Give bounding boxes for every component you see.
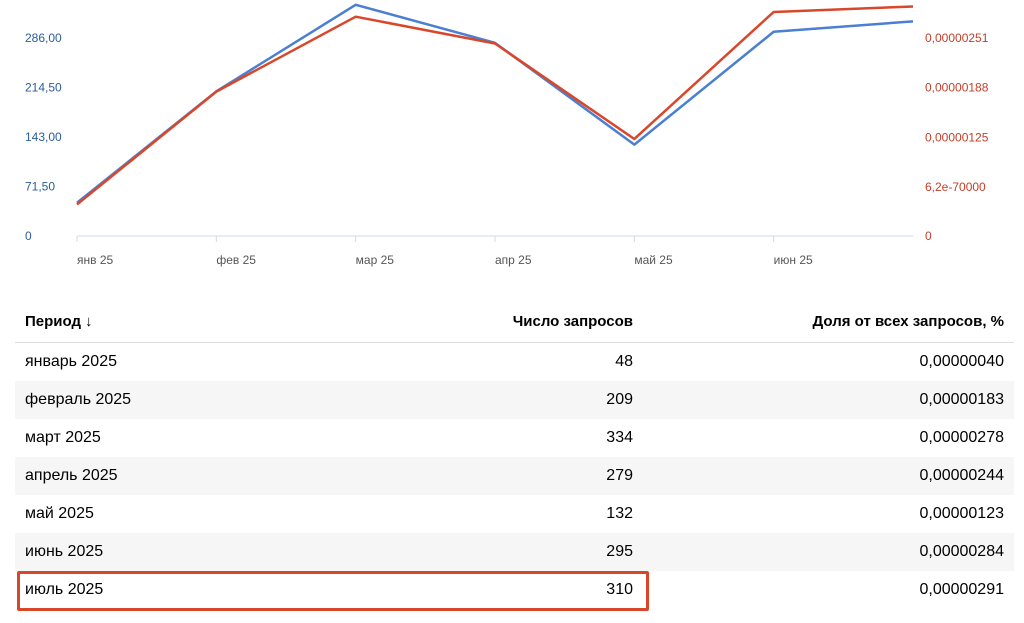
x-tick-label: май 25 [634,253,673,267]
y-right-tick-label: 0 [925,229,932,243]
y-left-tick-label: 214,50 [25,81,62,95]
x-tick-label: фев 25 [216,253,256,267]
cell-count: 295 [606,543,633,560]
y-left-tick-label: 0 [25,229,32,243]
cell-share: 0,00000244 [919,467,1004,484]
series-line-share [76,5,914,206]
y-right-tick-label: 0,00000188 [925,81,989,95]
cell-period: февраль 2025 [25,391,132,408]
line-chart: 0 71,50 143,00 214,50 286,00 0 6,2e-70000 0,000… [25,3,989,267]
y-left-tick-label: 143,00 [25,130,62,144]
x-tick-label: мар 25 [356,253,395,267]
cell-share: 0,00000183 [919,391,1004,408]
table-row: июнь 2025 295 0,00000284 [15,533,1014,571]
x-tick-label: июн 25 [774,253,813,267]
cell-period: март 2025 [25,429,101,446]
cell-count: 48 [615,353,633,370]
y-left-tick-label: 286,00 [25,31,62,45]
header-count[interactable]: Число запросов [513,302,633,342]
x-tick-label: янв 25 [77,253,114,267]
table-row: июль 2025 310 0,00000291 [15,571,1014,609]
cell-period: июнь 2025 [25,543,104,560]
table-row: февраль 2025 209 0,00000183 [15,381,1014,419]
y-right-tick-label: 6,2e-70000 [925,180,986,194]
cell-count: 279 [606,467,633,484]
y-left-tick-label: 71,50 [25,180,55,194]
header-period[interactable]: Период ↓ [25,302,93,342]
cell-share: 0,00000040 [919,353,1004,370]
cell-period: апрель 2025 [25,467,118,484]
data-table: Период ↓ Число запросов Доля от всех запр… [15,302,1014,609]
cell-period: май 2025 [25,505,94,522]
y-right-tick-label: 0,00000125 [925,130,989,144]
table-row: апрель 2025 279 0,00000244 [15,457,1014,495]
table-body: январь 2025 48 0,00000040 февраль 2025 209 0,… [15,343,1014,609]
cell-period: январь 2025 [25,353,117,370]
cell-period: июль 2025 [25,581,104,598]
sort-arrow-down-icon[interactable]: ↓ [85,313,93,330]
table-row: январь 2025 48 0,00000040 [15,343,1014,381]
cell-share: 0,00000123 [919,505,1004,522]
table-row: март 2025 334 0,00000278 [15,419,1014,457]
table-header: Период ↓ Число запросов Доля от всех запр… [15,302,1014,343]
cell-count: 209 [606,391,633,408]
cell-count: 334 [606,429,633,446]
y-right-tick-label: 0,00000251 [925,31,989,45]
table-row: май 2025 132 0,00000123 [15,495,1014,533]
cell-share: 0,00000278 [919,429,1004,446]
header-share[interactable]: Доля от всех запросов, % [813,302,1004,342]
cell-share: 0,00000284 [919,543,1004,560]
cell-count: 132 [606,505,633,522]
cell-share: 0,00000291 [919,581,1004,598]
x-tick-label: апр 25 [495,253,532,267]
cell-count: 310 [606,581,633,598]
